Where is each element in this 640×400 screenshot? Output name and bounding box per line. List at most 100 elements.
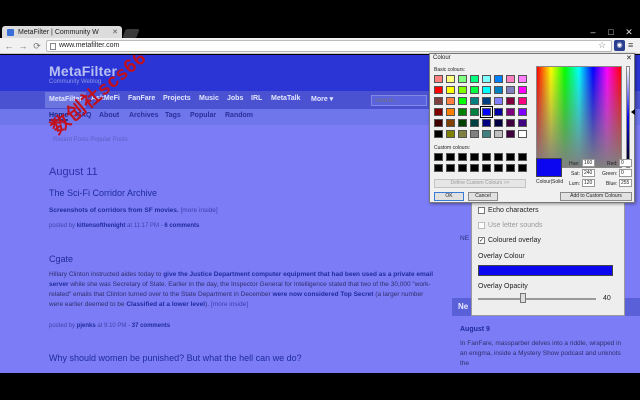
basic-colour-swatch[interactable]: [506, 119, 515, 127]
basic-colour-swatch[interactable]: [518, 130, 527, 138]
basic-colour-swatch[interactable]: [494, 86, 503, 94]
custom-colour-swatch[interactable]: [434, 153, 443, 161]
post-filter-links[interactable]: Recent Posts Popular Posts: [53, 137, 128, 143]
post-link[interactable]: Classified at a lower level: [126, 301, 205, 308]
basic-colour-swatch[interactable]: [482, 97, 491, 105]
basic-colour-swatch[interactable]: [518, 108, 527, 116]
nav-metatalk[interactable]: MetaTalk: [271, 95, 300, 102]
basic-colour-swatch[interactable]: [434, 86, 443, 94]
basic-colour-swatch[interactable]: [494, 97, 503, 105]
more-inside-link[interactable]: [more inside]: [211, 301, 248, 308]
basic-colour-swatch[interactable]: [434, 130, 443, 138]
echo-characters-checkbox[interactable]: [478, 207, 485, 214]
ok-button[interactable]: OK: [434, 192, 464, 201]
coloured-overlay-checkbox[interactable]: ✓: [478, 237, 485, 244]
basic-colour-swatch[interactable]: [506, 86, 515, 94]
hue-field[interactable]: 160: [582, 159, 595, 167]
basic-colour-swatch[interactable]: [434, 108, 443, 116]
comments-link[interactable]: 6 comments: [164, 223, 199, 229]
nav-jobs[interactable]: Jobs: [227, 95, 243, 102]
nav-fanfare[interactable]: FanFare: [128, 95, 155, 102]
post-title[interactable]: The Sci-Fi Corridor Archive: [49, 188, 157, 198]
basic-colour-swatch[interactable]: [446, 86, 455, 94]
luminance-bar[interactable]: [626, 66, 630, 168]
author-link[interactable]: pjenks: [77, 323, 96, 329]
nav-music[interactable]: Music: [199, 95, 219, 102]
tab-close-icon[interactable]: ✕: [112, 28, 118, 36]
custom-colour-swatch[interactable]: [494, 153, 503, 161]
basic-colour-swatch[interactable]: [494, 130, 503, 138]
basic-colour-swatch[interactable]: [494, 119, 503, 127]
custom-colour-swatch[interactable]: [446, 153, 455, 161]
custom-colour-swatch[interactable]: [470, 153, 479, 161]
define-custom-colours-button[interactable]: Define Custom Colours >>: [434, 179, 526, 188]
close-icon[interactable]: ✕: [626, 54, 632, 62]
basic-colour-swatch[interactable]: [518, 75, 527, 83]
basic-colour-swatch[interactable]: [458, 108, 467, 116]
basic-colour-swatch[interactable]: [434, 75, 443, 83]
custom-colour-swatch[interactable]: [458, 164, 467, 172]
basic-colour-swatch[interactable]: [470, 75, 479, 83]
overlay-colour-swatch[interactable]: [478, 265, 613, 276]
subnav-tags[interactable]: Tags: [165, 112, 181, 119]
basic-colour-swatch[interactable]: [470, 97, 479, 105]
basic-colour-swatch[interactable]: [446, 108, 455, 116]
post-title[interactable]: Why should women be punished? But what t…: [49, 353, 302, 363]
more-inside-link[interactable]: [more inside]: [181, 207, 218, 214]
comments-link[interactable]: 37 comments: [132, 323, 170, 329]
basic-colour-swatch[interactable]: [434, 97, 443, 105]
basic-colour-swatch[interactable]: [480, 106, 493, 118]
custom-colour-swatch[interactable]: [470, 164, 479, 172]
basic-colour-swatch[interactable]: [494, 75, 503, 83]
opacity-slider-thumb[interactable]: [520, 293, 526, 303]
colour-spectrum[interactable]: [536, 66, 622, 168]
opacity-slider-track[interactable]: [478, 298, 596, 300]
subnav-about[interactable]: About: [99, 112, 119, 119]
basic-colour-swatch[interactable]: [446, 119, 455, 127]
basic-colour-swatch[interactable]: [506, 108, 515, 116]
author-link[interactable]: kittensofthenight: [77, 223, 126, 229]
forward-icon[interactable]: →: [17, 40, 29, 52]
basic-colour-swatch[interactable]: [446, 130, 455, 138]
basic-colour-swatch[interactable]: [506, 97, 515, 105]
custom-colour-swatch[interactable]: [434, 164, 443, 172]
nav-irl[interactable]: IRL: [251, 95, 262, 102]
address-bar[interactable]: www.metafilter.com: [46, 40, 612, 52]
echo-characters-option[interactable]: Echo characters: [478, 207, 539, 214]
basic-colour-swatch[interactable]: [446, 75, 455, 83]
basic-colour-swatch[interactable]: [518, 119, 527, 127]
custom-colour-swatch[interactable]: [494, 164, 503, 172]
basic-colour-swatch[interactable]: [470, 108, 479, 116]
nav-projects[interactable]: Projects: [163, 95, 191, 102]
basic-colour-swatch[interactable]: [494, 108, 503, 116]
custom-colour-swatch[interactable]: [446, 164, 455, 172]
lum-field[interactable]: 120: [582, 179, 595, 187]
browser-menu-icon[interactable]: ≡: [628, 40, 633, 50]
basic-colour-swatch[interactable]: [470, 86, 479, 94]
custom-colour-swatch[interactable]: [482, 153, 491, 161]
letter-sounds-checkbox[interactable]: [478, 222, 485, 229]
basic-colour-swatch[interactable]: [518, 97, 527, 105]
subnav-popular[interactable]: Popular: [190, 112, 216, 119]
basic-colour-swatch[interactable]: [458, 130, 467, 138]
post-link[interactable]: Screenshots of corridors from SF movies.: [49, 207, 179, 214]
basic-colour-swatch[interactable]: [458, 97, 467, 105]
basic-colour-swatch[interactable]: [506, 130, 515, 138]
custom-colour-swatch[interactable]: [458, 153, 467, 161]
post-link[interactable]: were now considered Top Secret: [272, 291, 373, 298]
basic-colour-swatch[interactable]: [482, 119, 491, 127]
basic-colour-swatch[interactable]: [458, 75, 467, 83]
custom-colour-swatch[interactable]: [506, 164, 515, 172]
custom-colour-swatch[interactable]: [506, 153, 515, 161]
maximize-button[interactable]: □: [602, 27, 620, 37]
letter-sounds-option[interactable]: Use letter sounds: [478, 222, 542, 229]
new-tab-button[interactable]: [122, 29, 140, 38]
basic-colour-swatch[interactable]: [518, 86, 527, 94]
basic-colour-swatch[interactable]: [506, 75, 515, 83]
add-to-custom-colours-button[interactable]: Add to Custom Colours: [560, 192, 632, 201]
basic-colour-swatch[interactable]: [482, 75, 491, 83]
sat-field[interactable]: 240: [582, 169, 595, 177]
cancel-button[interactable]: Cancel: [468, 192, 498, 201]
post-title[interactable]: Cgate: [49, 254, 73, 264]
minimize-button[interactable]: –: [584, 27, 602, 37]
